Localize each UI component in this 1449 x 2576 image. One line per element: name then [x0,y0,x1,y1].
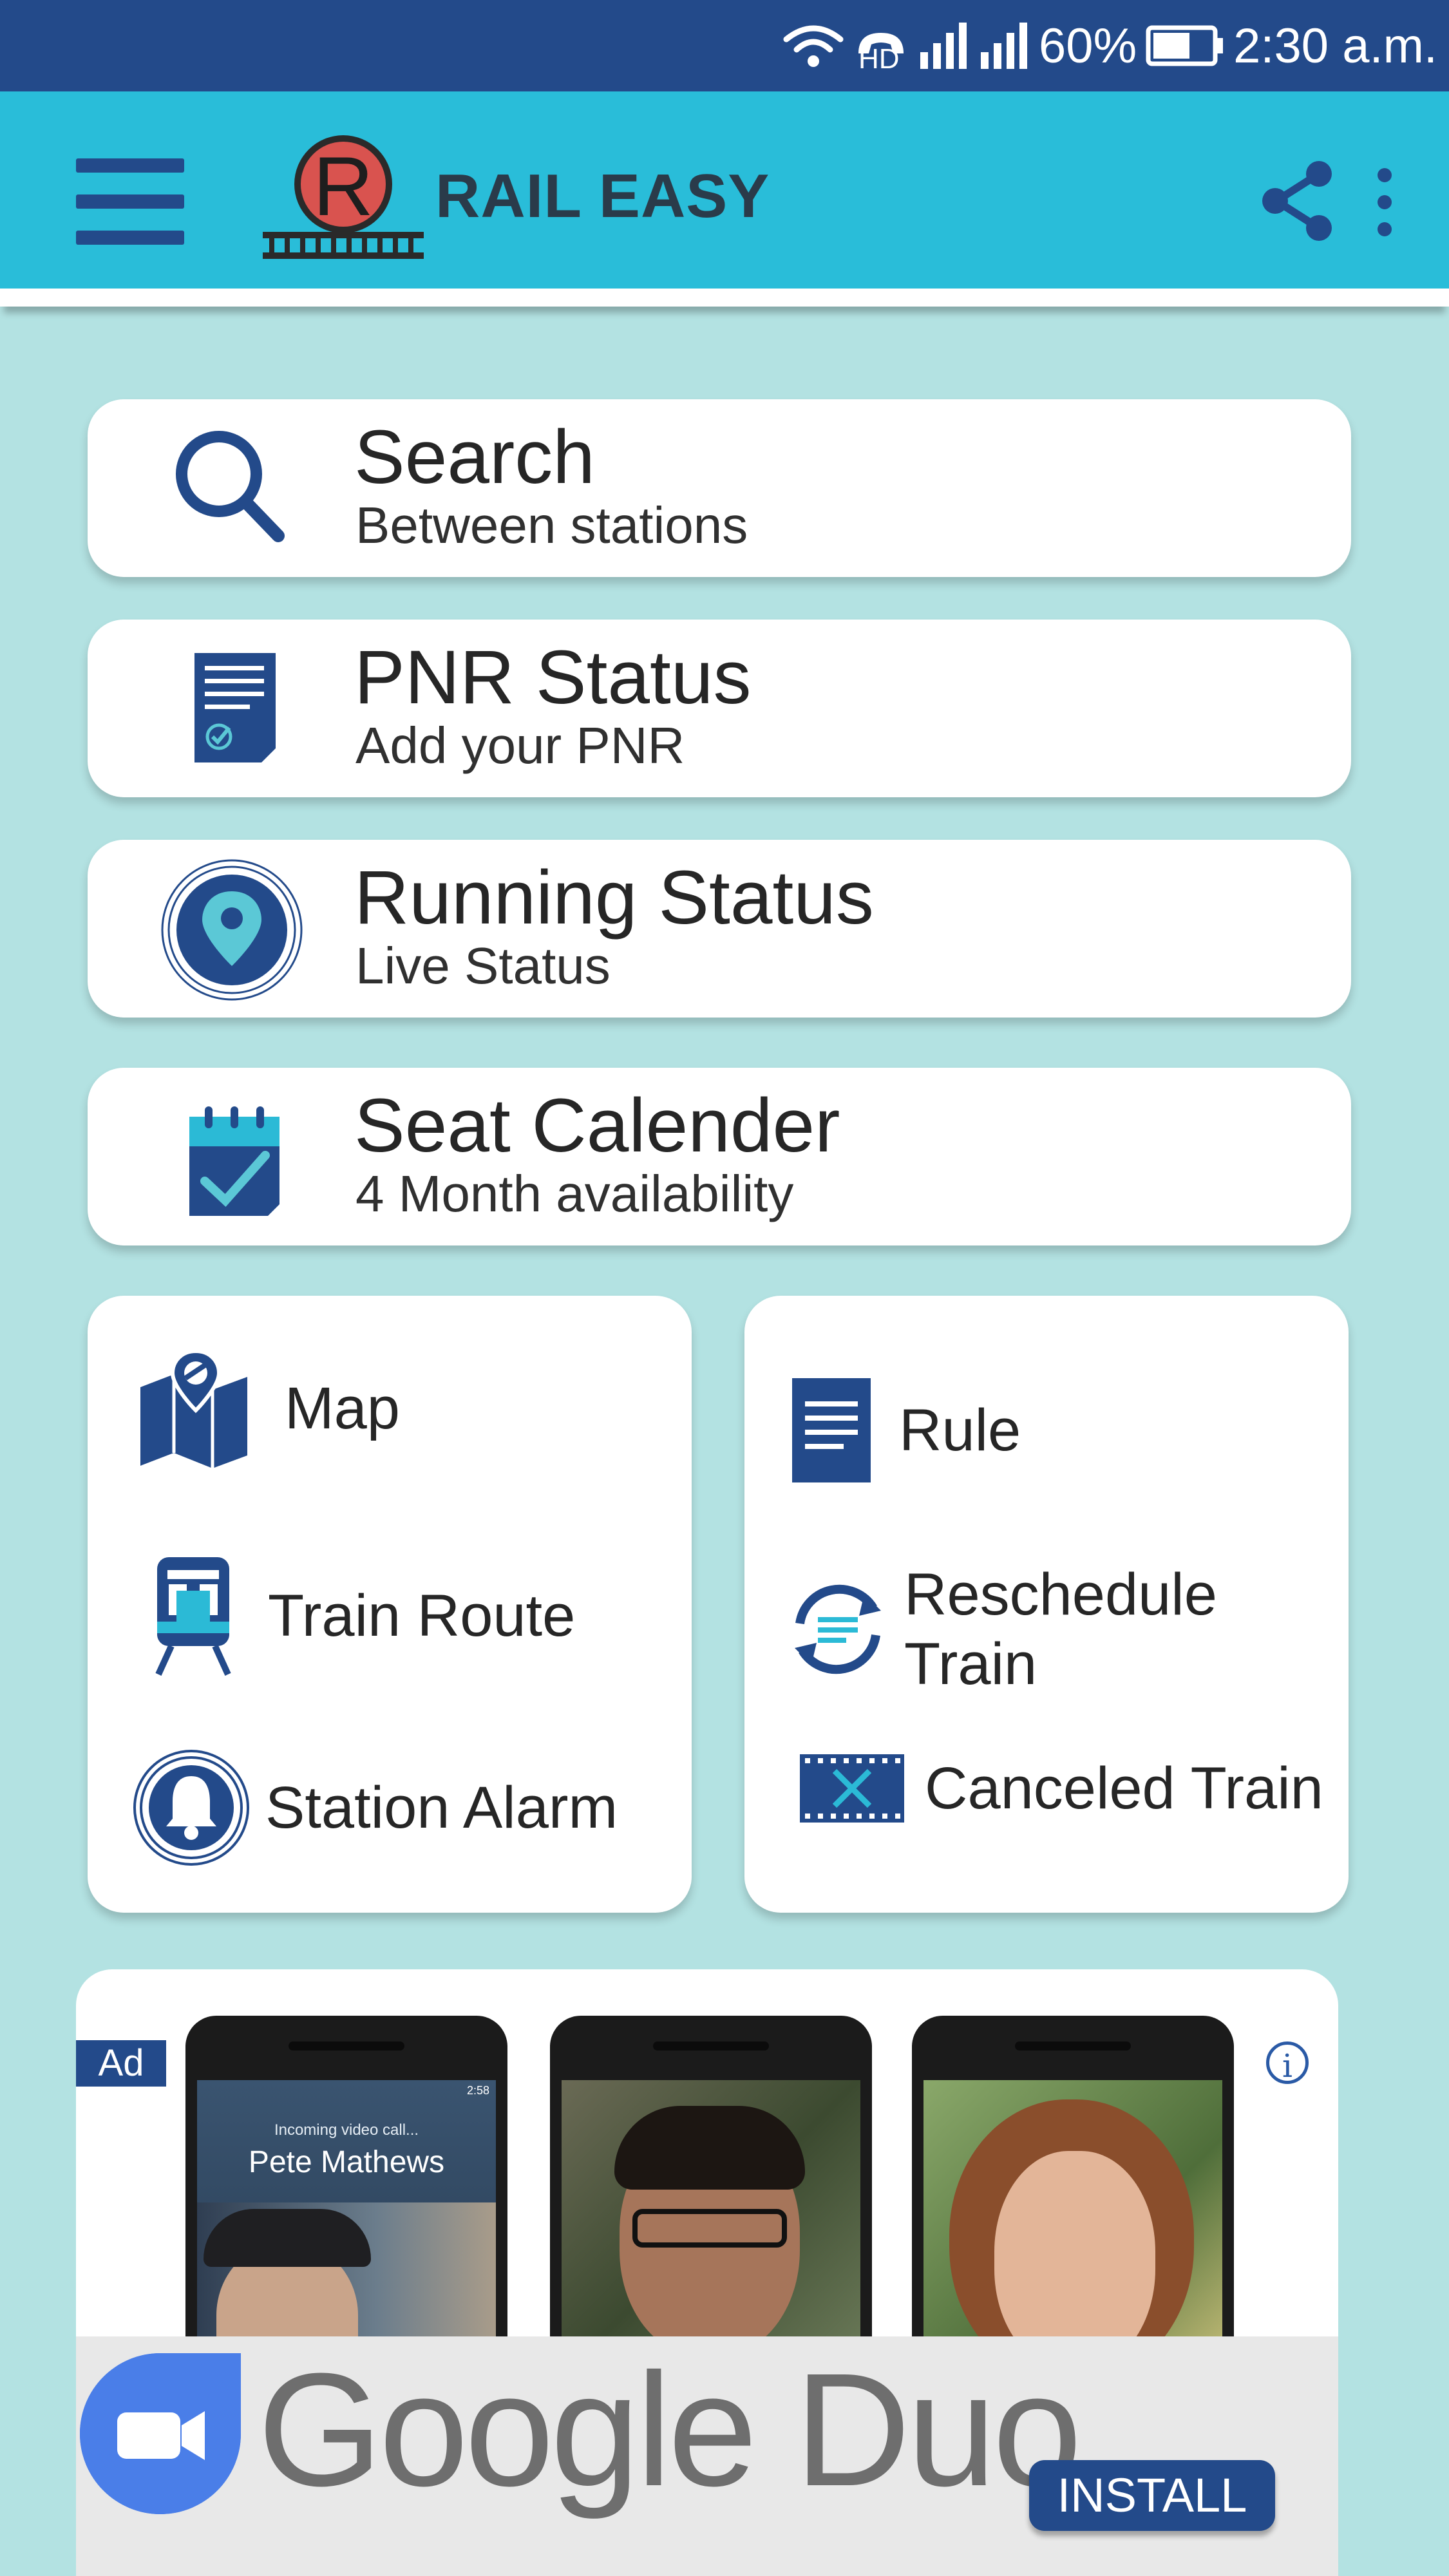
calendar-check-icon [165,1091,294,1220]
status-bar: HD 60% 2:30 a.m. [0,0,1449,91]
phone-screen-call: 2:58 Incoming video call... Pete Mathews [197,2080,496,2376]
seat-calendar-card[interactable]: Seat Calender 4 Month availability [88,1068,1351,1245]
reschedule-icon [795,1584,881,1674]
app-title: RAIL EASY [435,162,770,231]
phone-screen-woman [923,2080,1222,2376]
more-options-button[interactable] [1365,164,1404,241]
phone-speaker [653,2041,769,2050]
station-alarm-item[interactable]: Station Alarm [130,1747,618,1869]
person-hair [614,2106,805,2190]
more-vertical-icon [1378,168,1392,236]
status-icons: HD 60% 2:30 a.m. [782,15,1437,76]
google-duo-logo [80,2353,241,2514]
hamburger-line [76,194,184,209]
train-route-item[interactable]: Train Route [133,1555,575,1677]
clock: 2:30 a.m. [1233,18,1437,73]
document-check-icon [165,643,294,772]
search-card[interactable]: Search Between stations [88,399,1351,577]
pnr-status-card[interactable]: PNR Status Add your PNR [88,620,1351,797]
train-icon [155,1557,231,1676]
rule-label: Rule [899,1397,1021,1463]
card-subtitle: Live Status [355,937,611,994]
phone-screen-man [562,2080,860,2376]
ad-brand-strip: Google Duo INSTALL [76,2336,1338,2576]
card-title: Search [354,415,595,500]
hd-call-icon: HD [853,15,909,76]
ad-info-icon[interactable]: i [1266,2041,1309,2085]
train-route-label: Train Route [268,1583,576,1649]
map-label: Map [285,1376,400,1441]
location-pin-icon [160,858,304,1002]
signal-icon-1 [920,23,967,69]
phone-mockup-2 [550,2016,872,2376]
card-title: Running Status [354,855,874,940]
hamburger-line [76,231,184,245]
canceled-train-item[interactable]: Canceled Train [799,1753,1323,1824]
canceled-train-label: Canceled Train [925,1756,1323,1821]
wifi-icon [783,25,844,67]
cancel-icon [800,1754,904,1823]
phone-status-time: 2:58 [466,2084,489,2097]
signal-icon-2 [981,23,1028,69]
rule-item[interactable]: Rule [790,1376,1021,1485]
hd-label: HD [858,43,900,75]
phone-speaker [289,2041,404,2050]
left-menu-card: Map Train Route Station Alarm [88,1296,692,1913]
map-item[interactable]: Map [133,1347,400,1470]
ad-badge: Ad [76,2040,166,2087]
map-icon [140,1349,247,1468]
app-logo: R [263,133,424,261]
app-bar: R RAIL EASY [0,91,1449,307]
ad-banner[interactable]: Ad i 2:58 Incoming video call... Pete Ma… [76,1969,1338,2576]
logo-letter: R [313,139,374,233]
card-title: Seat Calender [354,1083,840,1168]
reschedule-train-label: Reschedule Train [904,1562,1217,1697]
incoming-call-text: Incoming video call... [274,2121,419,2139]
reschedule-train-item[interactable]: Reschedule Train [790,1560,1239,1699]
search-icon [165,422,294,551]
phone-mockup-3 [912,2016,1234,2376]
caller-cap [204,2209,371,2267]
card-subtitle: Between stations [355,497,748,554]
share-button[interactable] [1258,158,1336,242]
ad-brand-name: Google Duo [258,2340,1082,2519]
battery-icon [1146,25,1224,66]
running-status-card[interactable]: Running Status Live Status [88,840,1351,1018]
hamburger-line [76,158,184,173]
phone-speaker [1015,2041,1131,2050]
glasses [632,2209,787,2248]
share-icon [1262,161,1332,241]
menu-button[interactable] [76,158,184,245]
battery-percent: 60% [1039,18,1137,73]
caller-name: Pete Mathews [248,2145,445,2179]
right-menu-card: Rule Reschedule Train Canceled Train [744,1296,1349,1913]
bell-icon [133,1750,249,1866]
card-title: PNR Status [354,635,752,720]
card-subtitle: Add your PNR [355,717,685,774]
station-alarm-label: Station Alarm [265,1775,618,1841]
phone-mockup-1: 2:58 Incoming video call... Pete Mathews [185,2016,507,2376]
install-button[interactable]: INSTALL [1029,2460,1275,2531]
card-subtitle: 4 Month availability [355,1165,794,1222]
rulebook-icon [792,1378,871,1482]
